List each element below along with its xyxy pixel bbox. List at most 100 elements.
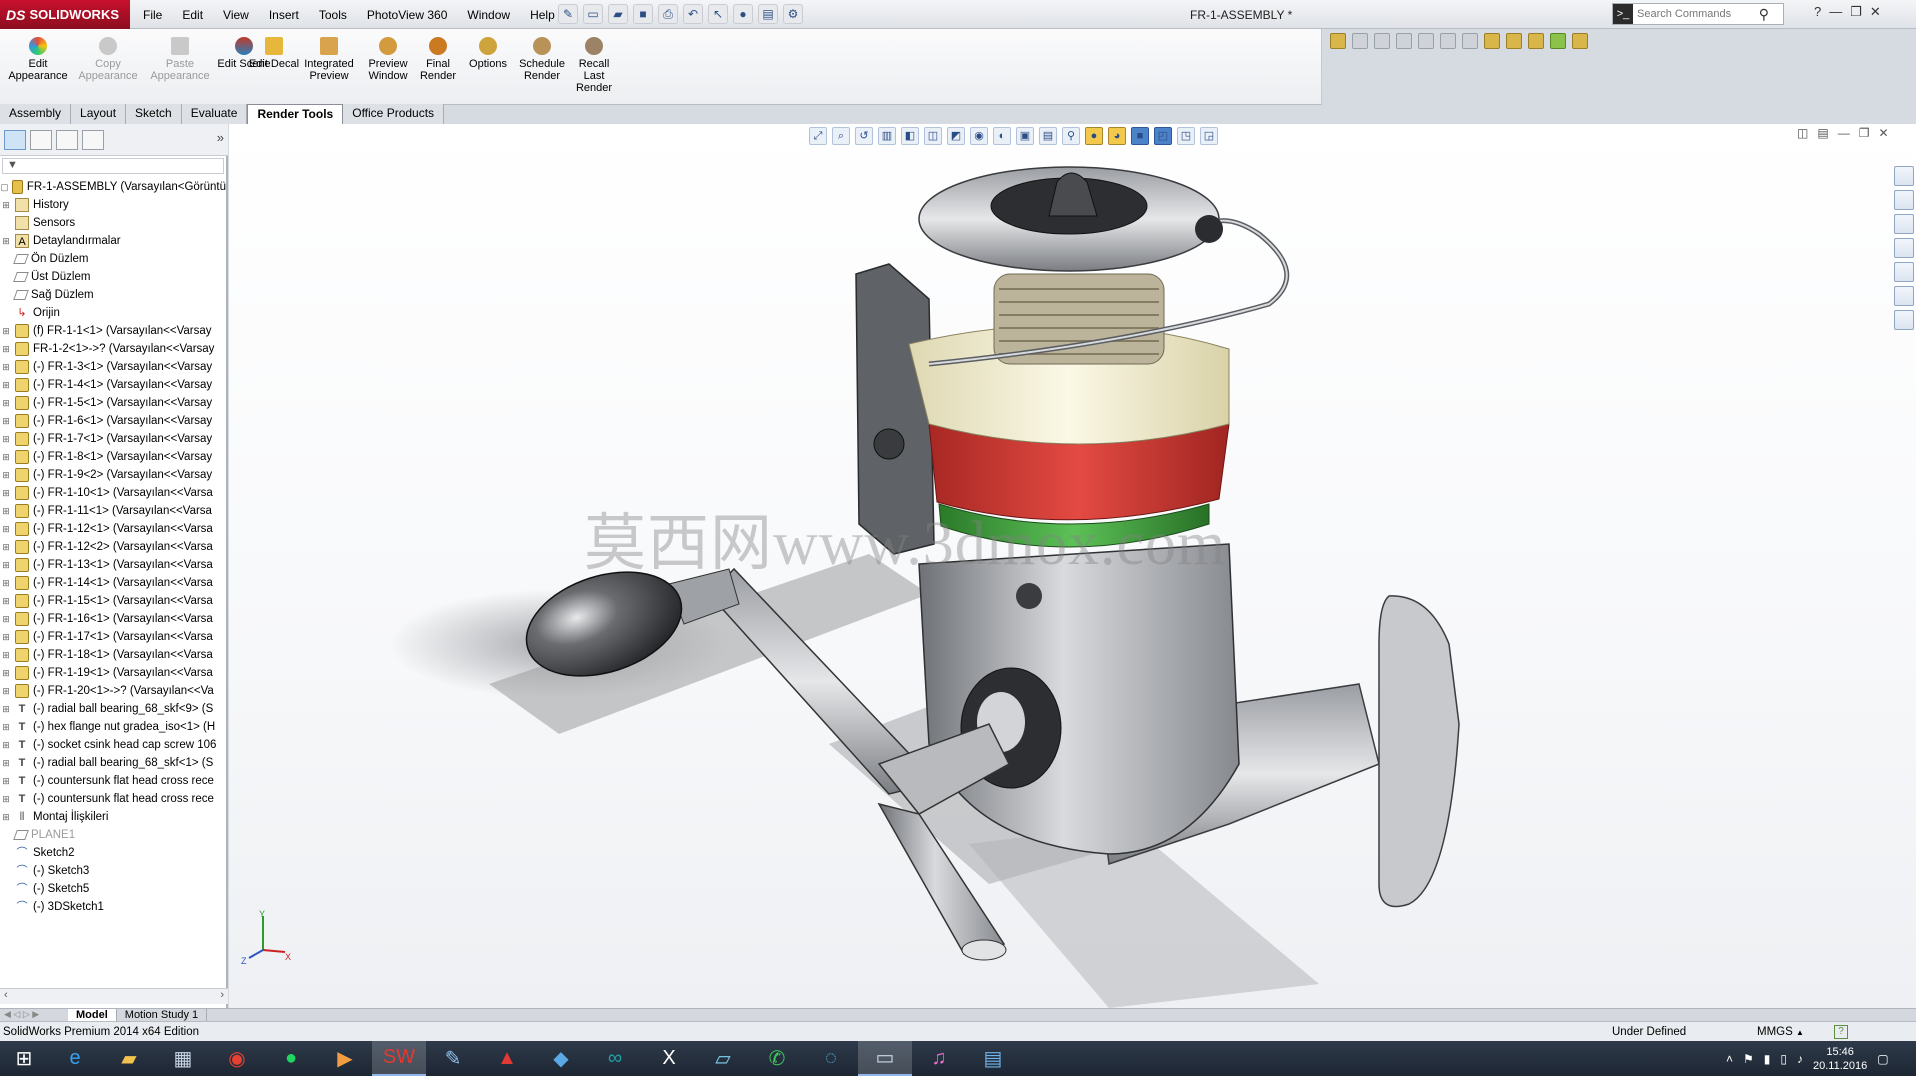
tab-render-tools[interactable]: Render Tools <box>247 104 344 124</box>
tree-item[interactable]: ⊞ (-) FR-1-14<1> (Varsayılan<<Varsa <box>0 574 226 592</box>
toolbar-tool-icon[interactable] <box>1352 33 1368 49</box>
solidworks-icon[interactable]: SW <box>372 1041 426 1076</box>
toolbar-tool-icon[interactable] <box>1506 33 1522 49</box>
edit-appearance-button[interactable]: Edit Appearance <box>6 37 70 82</box>
options-gear-icon[interactable]: ⚙ <box>783 4 803 24</box>
view-palette-icon[interactable] <box>1894 262 1914 282</box>
tree-item[interactable]: ⊞ (-) FR-1-13<1> (Varsayılan<<Varsa <box>0 556 226 574</box>
chrome-icon[interactable]: ◉ <box>210 1041 264 1076</box>
quick-tips-icon[interactable]: ? <box>1834 1025 1848 1039</box>
expand-icon[interactable]: ⊞ <box>0 412 12 430</box>
expand-icon[interactable]: ⊞ <box>0 700 12 718</box>
tab-motion-study[interactable]: Motion Study 1 <box>117 1009 208 1021</box>
paste-appearance-button[interactable]: Paste Appearance <box>148 37 212 82</box>
network-icon[interactable]: ▮ <box>1764 1052 1771 1066</box>
expand-panel-icon[interactable]: » <box>217 130 224 149</box>
display-manager-tab-icon[interactable] <box>82 130 104 150</box>
solidworks-logo[interactable]: DS SOLIDWORKS <box>0 0 130 29</box>
tab-office-products[interactable]: Office Products <box>343 104 445 124</box>
panel-horizontal-scrollbar[interactable]: ‹ › <box>0 988 228 1004</box>
tab-assembly[interactable]: Assembly <box>0 104 72 124</box>
tree-item[interactable]: ⊞ (-) FR-1-18<1> (Varsayılan<<Varsa <box>0 646 226 664</box>
tree-item[interactable]: ⌒ Sketch2 <box>0 844 226 862</box>
appearances-scenes-icon[interactable] <box>1894 286 1914 306</box>
expand-icon[interactable]: ⊞ <box>0 484 12 502</box>
tree-item[interactable]: ⊞ T (-) hex flange nut gradea_iso<1> (H <box>0 718 226 736</box>
expand-icon[interactable]: ⊞ <box>0 538 12 556</box>
tree-item[interactable]: ⊞ (-) FR-1-4<1> (Varsayılan<<Varsay <box>0 376 226 394</box>
toolbar-tool-icon[interactable] <box>1330 33 1346 49</box>
flag-icon[interactable]: ⚑ <box>1743 1052 1754 1066</box>
edge-icon[interactable]: e <box>48 1041 102 1076</box>
expand-icon[interactable]: ⊞ <box>0 646 12 664</box>
unit-system[interactable]: MMGS ▲ <box>1757 1022 1804 1043</box>
edit-decal-button[interactable]: Edit Decal <box>246 37 302 70</box>
tab-layout[interactable]: Layout <box>71 104 127 124</box>
tree-item[interactable]: Sensors <box>0 214 226 232</box>
tree-item[interactable]: ⊞ ⦀ Montaj İlişkileri <box>0 808 226 826</box>
graphics-area[interactable]: ⤢ ⌕ ↺ ▥ ◧ ◫ ◩ ◉ ◐ ▣ ▤ ⚲ ● ◕ ■ ◰ ◳ ◲ ◫ ▤ … <box>229 124 1916 1008</box>
tab-navigation-arrows[interactable]: ◀ ◁ ▷ ▶ <box>0 1009 68 1021</box>
tree-item[interactable]: ⊞ (-) FR-1-16<1> (Varsayılan<<Varsa <box>0 610 226 628</box>
tree-item[interactable]: ⊞ (-) FR-1-11<1> (Varsayılan<<Varsa <box>0 502 226 520</box>
notepad-icon[interactable]: ▱ <box>696 1041 750 1076</box>
tree-item[interactable]: ⊞ (-) FR-1-8<1> (Varsayılan<<Varsay <box>0 448 226 466</box>
restore-icon[interactable]: ❐ <box>1850 4 1862 20</box>
tree-root[interactable]: ▢ FR-1-ASSEMBLY (Varsayılan<Görüntü <box>0 178 226 196</box>
home-icon[interactable] <box>1894 190 1914 210</box>
file-properties-icon[interactable]: ▤ <box>758 4 778 24</box>
tree-item[interactable]: ⊞ (-) FR-1-5<1> (Varsayılan<<Varsay <box>0 394 226 412</box>
tree-item[interactable]: ⊞ T (-) radial ball bearing_68_skf<1> (S <box>0 754 226 772</box>
expand-icon[interactable]: ⊞ <box>0 340 12 358</box>
tree-item[interactable]: ⊞ T (-) radial ball bearing_68_skf<9> (S <box>0 700 226 718</box>
tree-item[interactable]: PLANE1 <box>0 826 226 844</box>
tree-item[interactable]: ⊞ (-) FR-1-6<1> (Varsayılan<<Varsay <box>0 412 226 430</box>
expand-icon[interactable]: ⊞ <box>0 592 12 610</box>
tree-filter[interactable]: ▼ <box>2 158 224 174</box>
menu-photoview360[interactable]: PhotoView 360 <box>364 6 451 24</box>
recall-last-render-button[interactable]: Recall Last Render <box>568 37 620 94</box>
acrobat-icon[interactable]: ▲ <box>480 1041 534 1076</box>
expand-icon[interactable]: ⊞ <box>0 736 12 754</box>
calculator-icon[interactable]: ▦ <box>156 1041 210 1076</box>
expand-icon[interactable]: ⊞ <box>0 376 12 394</box>
tree-item[interactable]: ⊞ (-) FR-1-10<1> (Varsayılan<<Varsa <box>0 484 226 502</box>
configuration-manager-tab-icon[interactable] <box>56 130 78 150</box>
toolbar-tool-icon[interactable] <box>1484 33 1500 49</box>
tree-item[interactable]: ⊞ T (-) socket csink head cap screw 106 <box>0 736 226 754</box>
tree-item[interactable]: ⊞ History <box>0 196 226 214</box>
whatsapp-icon[interactable]: ✆ <box>750 1041 804 1076</box>
paint-icon[interactable]: ✎ <box>426 1041 480 1076</box>
x-app-icon[interactable]: X <box>642 1041 696 1076</box>
tree-item[interactable]: ↳ Orijin <box>0 304 226 322</box>
expand-icon[interactable]: ⊞ <box>0 466 12 484</box>
tree-item[interactable]: ⊞ (-) FR-1-19<1> (Varsayılan<<Varsa <box>0 664 226 682</box>
tree-item[interactable]: ⌒ (-) 3DSketch1 <box>0 898 226 916</box>
clock[interactable]: 15:46 20.11.2016 <box>1813 1045 1867 1073</box>
expand-icon[interactable]: ⊞ <box>0 196 12 214</box>
expand-icon[interactable]: ⊞ <box>0 430 12 448</box>
settings-app-icon[interactable]: ▤ <box>966 1041 1020 1076</box>
integrated-preview-button[interactable]: Integrated Preview <box>296 37 362 82</box>
tab-model[interactable]: Model <box>68 1009 117 1021</box>
undo-icon[interactable]: ↶ <box>683 4 703 24</box>
open-folder-icon[interactable]: ▰ <box>608 4 628 24</box>
tree-item[interactable]: Ön Düzlem <box>0 250 226 268</box>
expand-icon[interactable]: ⊞ <box>0 502 12 520</box>
tab-evaluate[interactable]: Evaluate <box>181 104 248 124</box>
tree-item[interactable]: ⊞ T (-) countersunk flat head cross rece <box>0 790 226 808</box>
expand-icon[interactable]: ⊞ <box>0 520 12 538</box>
scroll-right-icon[interactable]: › <box>220 989 224 1004</box>
rebuild-icon[interactable]: ● <box>733 4 753 24</box>
final-render-button[interactable]: Final Render <box>410 37 466 82</box>
expand-icon[interactable]: ⊞ <box>0 808 12 826</box>
cortana-icon[interactable]: ◌ <box>804 1041 858 1076</box>
feature-manager-tab-icon[interactable] <box>4 130 26 150</box>
arduino-icon[interactable]: ∞ <box>588 1041 642 1076</box>
menu-file[interactable]: File <box>140 6 165 24</box>
toolbar-tool-icon[interactable] <box>1528 33 1544 49</box>
tree-item[interactable]: ⌒ (-) Sketch3 <box>0 862 226 880</box>
toolbar-tool-icon[interactable] <box>1462 33 1478 49</box>
remote-desktop-icon[interactable]: ▭ <box>858 1041 912 1076</box>
render-options-button[interactable]: Options <box>462 37 514 70</box>
